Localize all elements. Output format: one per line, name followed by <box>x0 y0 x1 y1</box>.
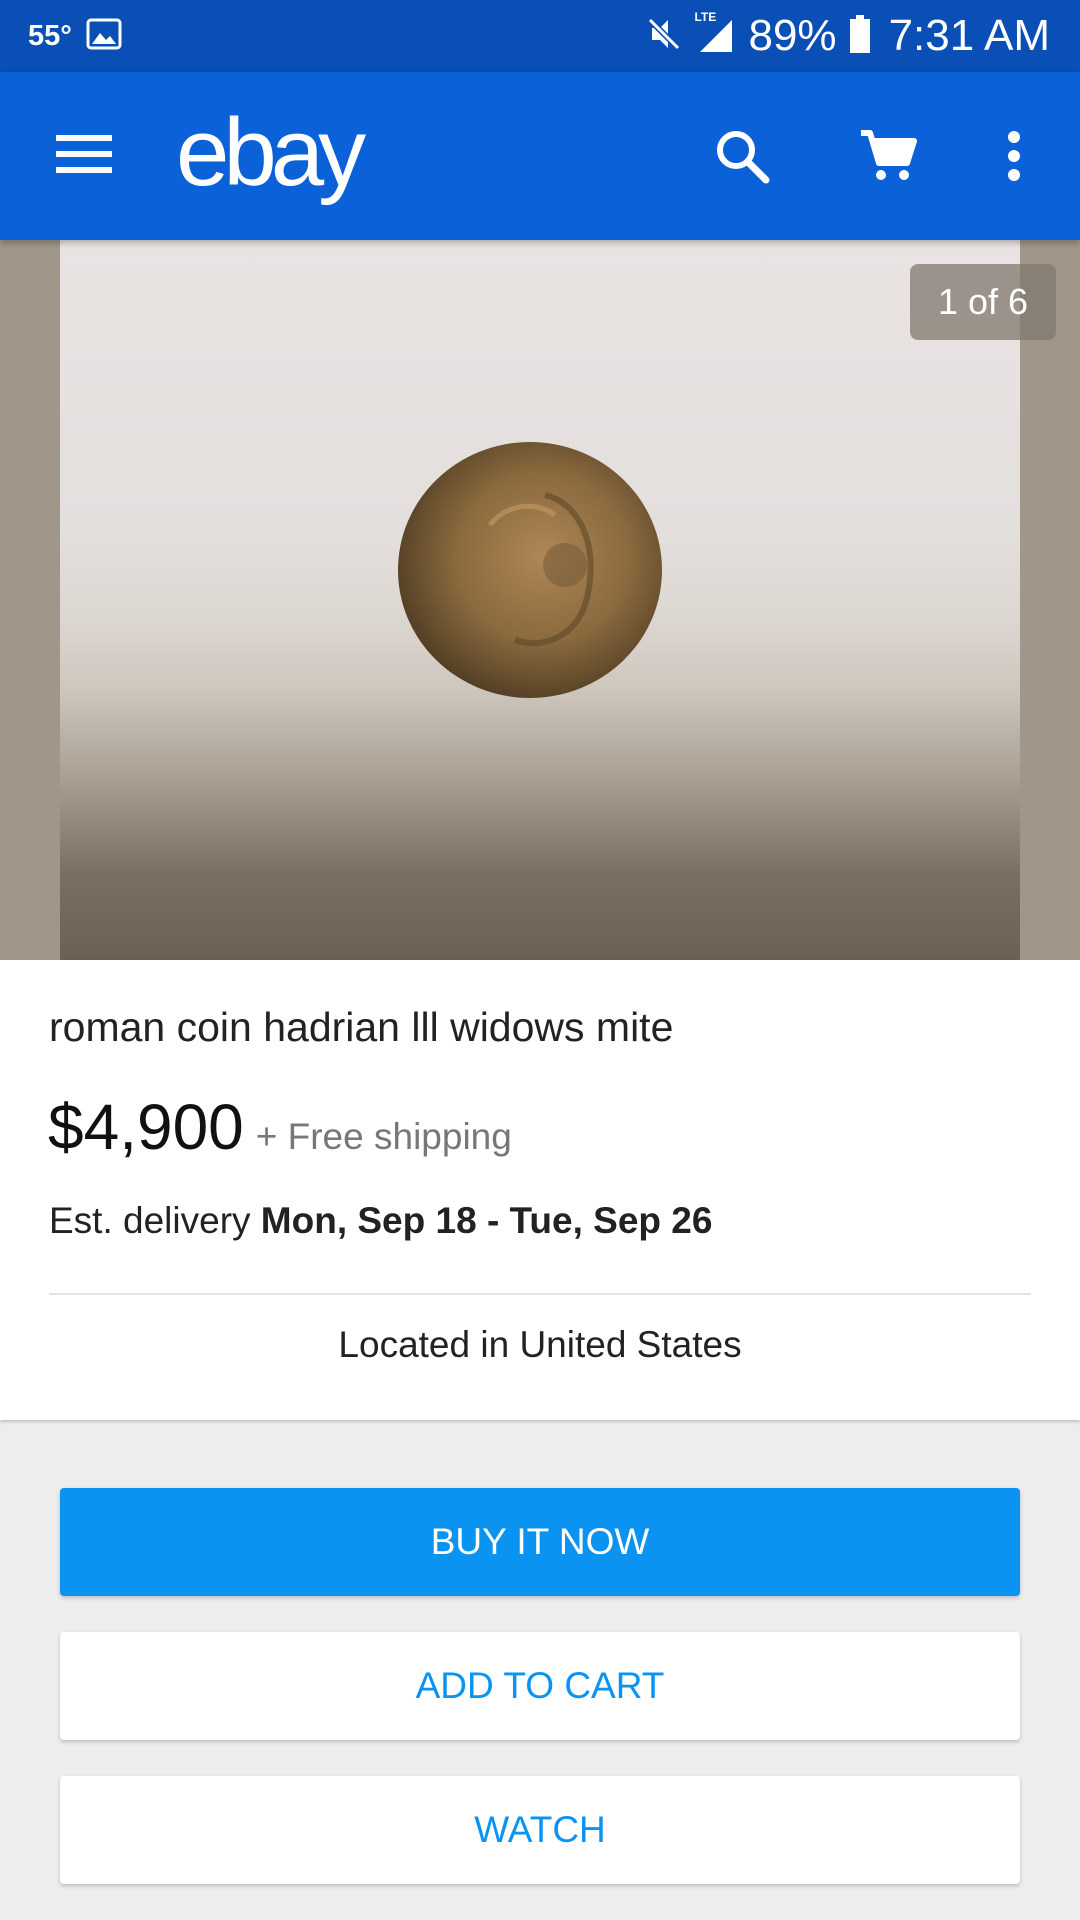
battery-icon <box>849 14 871 59</box>
cart-icon <box>859 127 917 190</box>
clock: 7:31 AM <box>888 11 1050 60</box>
estimated-delivery: Est. delivery Mon, Sep 18 - Tue, Sep 26 <box>49 1200 712 1242</box>
more-vert-icon <box>1006 130 1022 187</box>
search-button[interactable] <box>700 116 784 200</box>
status-right: LTE 89% 7:31 AM <box>644 0 1050 72</box>
menu-icon <box>56 133 112 180</box>
cart-button[interactable] <box>846 116 930 200</box>
price-row: $4,900 + Free shipping <box>48 1090 512 1164</box>
delivery-label: Est. delivery <box>49 1200 251 1241</box>
image-gallery[interactable]: 1 of 6 <box>0 240 1080 960</box>
app-bar: ebay <box>0 72 1080 240</box>
mute-icon <box>644 14 684 59</box>
network-type-label: LTE <box>694 10 717 24</box>
product-photo[interactable] <box>60 240 1020 960</box>
watch-button[interactable]: WATCH <box>60 1776 1020 1884</box>
ebay-logo[interactable]: ebay <box>176 98 366 208</box>
menu-button[interactable] <box>44 118 124 194</box>
item-location: Located in United States <box>338 1324 742 1365</box>
image-counter: 1 of 6 <box>910 264 1056 340</box>
shipping-info: + Free shipping <box>255 1116 512 1157</box>
weather-temperature: 55° <box>28 19 72 52</box>
item-info-card: roman coin hadrian lll widows mite $4,90… <box>0 960 1080 1420</box>
image-notification-icon <box>86 18 122 55</box>
divider <box>49 1293 1031 1295</box>
delivery-dates: Mon, Sep 18 - Tue, Sep 26 <box>260 1200 713 1241</box>
item-title: roman coin hadrian lll widows mite <box>49 1004 674 1050</box>
buy-it-now-button[interactable]: BUY IT NOW <box>60 1488 1020 1596</box>
add-to-cart-button[interactable]: ADD TO CART <box>60 1632 1020 1740</box>
search-icon <box>714 128 770 189</box>
battery-percentage: 89% <box>748 11 837 60</box>
coin-image <box>398 442 662 698</box>
item-price: $4,900 <box>48 1091 244 1163</box>
status-left: 55° <box>28 0 122 72</box>
status-bar: 55° LTE 89% 7:31 AM <box>0 0 1080 72</box>
signal-icon: LTE <box>694 10 736 56</box>
more-options-button[interactable] <box>984 116 1044 200</box>
